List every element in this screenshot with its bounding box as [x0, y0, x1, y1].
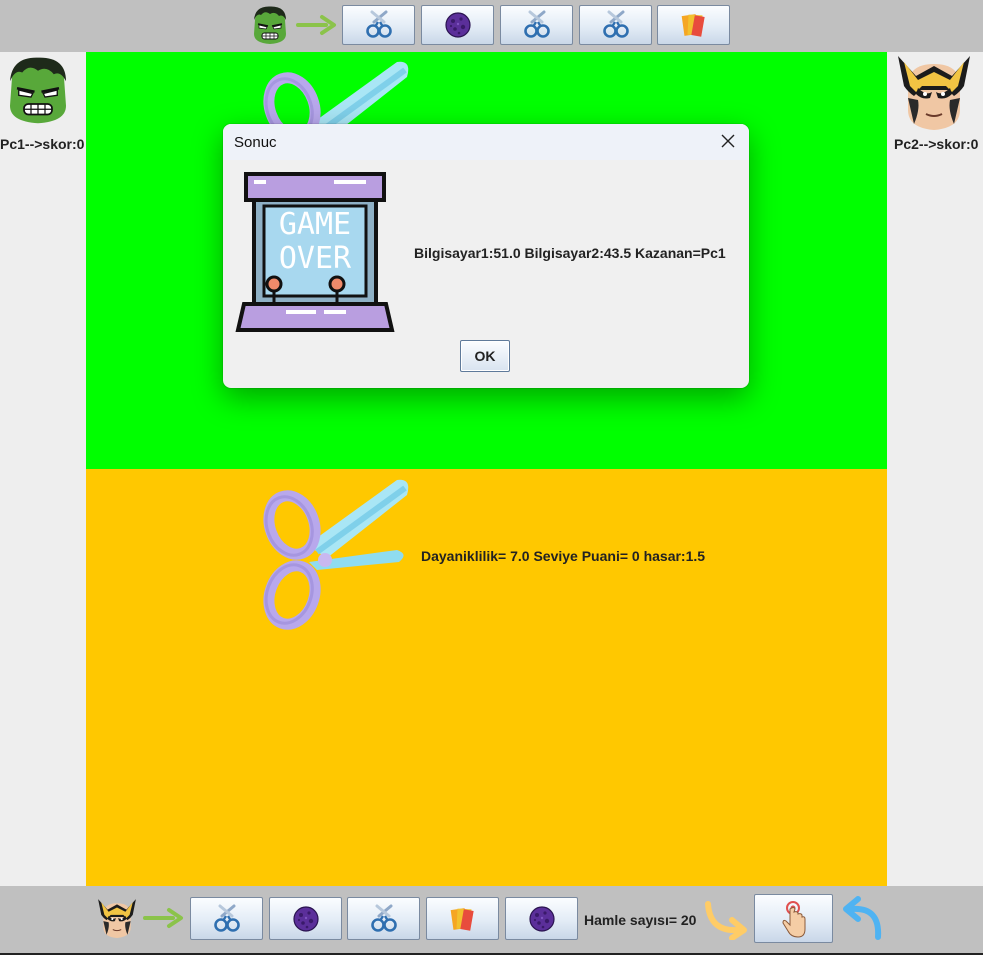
rock-icon: [442, 9, 474, 41]
scissors-icon: [211, 903, 243, 935]
play-move-button[interactable]: [754, 894, 833, 943]
game-over-text-line1: GAME: [279, 207, 351, 242]
pc1-card-button-2[interactable]: [421, 5, 494, 45]
pc1-card-button-4[interactable]: [579, 5, 652, 45]
pc1-card-button-5[interactable]: [657, 5, 730, 45]
undo-arrow-icon[interactable]: [838, 895, 884, 941]
move-count: Hamle sayısı= 20: [584, 912, 697, 928]
scissors-icon: [363, 9, 395, 41]
pc2-card-button-3[interactable]: [347, 897, 420, 940]
green-arrow-icon: [296, 14, 338, 36]
pc2-card-button-1[interactable]: [190, 897, 263, 940]
ok-button[interactable]: OK: [460, 340, 510, 372]
dialog-title: Sonuc: [234, 134, 277, 151]
close-icon[interactable]: [717, 130, 739, 152]
result-dialog: Sonuc GAME OVER Bilgisayar1:51.0 Bilgisa…: [223, 124, 749, 388]
right-player-panel: [887, 52, 983, 886]
pc1-card-button-3[interactable]: [500, 5, 573, 45]
game-over-arcade-icon: GAME OVER: [234, 172, 396, 334]
game-over-text-line2: OVER: [279, 241, 352, 276]
pc1-avatar-icon: [3, 52, 73, 128]
green-arrow-icon: [143, 907, 185, 929]
pc1-card-button-1[interactable]: [342, 5, 415, 45]
played-card-stats: Dayaniklilik= 7.0 Seviye Puani= 0 hasar:…: [421, 548, 706, 564]
scissors-icon: [368, 903, 400, 935]
pc2-score-label: Pc2-->skor:0: [894, 136, 979, 152]
result-message: Bilgisayar1:51.0 Bilgisayar2:43.5 Kazana…: [414, 245, 726, 261]
scissors-icon: [521, 9, 553, 41]
rock-icon: [526, 903, 558, 935]
pc2-avatar-icon: [893, 52, 975, 132]
pc2-card-button-4[interactable]: [426, 897, 499, 940]
pc1-small-avatar-icon: [250, 5, 290, 45]
pc2-played-scissors-icon: [247, 470, 417, 640]
dialog-title-bar: Sonuc: [223, 124, 749, 160]
pc2-card-button-2[interactable]: [269, 897, 342, 940]
scissors-icon: [600, 9, 632, 41]
paper-icon: [678, 9, 710, 41]
left-player-panel: [0, 52, 86, 886]
paper-icon: [447, 903, 479, 935]
rock-icon: [290, 903, 322, 935]
pc2-small-avatar-icon: [96, 897, 138, 939]
curved-yellow-arrow-icon: [704, 898, 750, 941]
pc1-score-label: Pc1-->skor:0: [0, 136, 85, 152]
tap-hand-icon: [781, 900, 805, 938]
pc2-card-button-5[interactable]: [505, 897, 578, 940]
pc2-play-area: [86, 469, 887, 886]
